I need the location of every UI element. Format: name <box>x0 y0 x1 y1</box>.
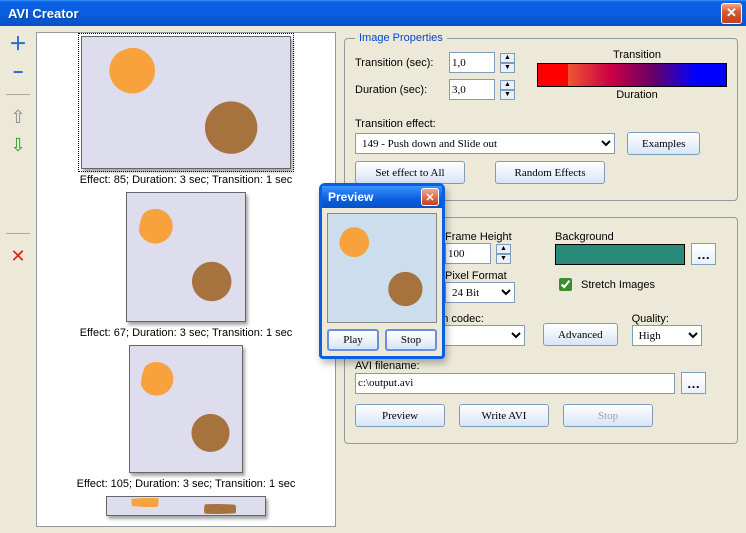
frame-height-input[interactable] <box>445 243 491 264</box>
preview-play-button[interactable]: Play <box>327 329 379 351</box>
preview-button[interactable]: Preview <box>355 404 445 427</box>
arrow-up-icon: ⇧ <box>10 108 25 126</box>
duration-label: Duration (sec): <box>355 84 443 96</box>
preview-close-button[interactable]: ✕ <box>421 188 439 206</box>
window-close-button[interactable]: ✕ <box>721 3 742 24</box>
frame-item[interactable] <box>37 493 335 519</box>
preview-title: Preview <box>328 190 421 204</box>
transition-label: Transition (sec): <box>355 57 443 69</box>
left-toolbar: ＋ − ⇧ ⇩ ✕ <box>0 26 36 533</box>
frame-caption: Effect: 105; Duration: 3 sec; Transition… <box>37 478 335 493</box>
add-frame-button[interactable]: ＋ <box>8 34 28 54</box>
transition-duration-bar: Transition Duration <box>537 52 727 106</box>
frame-height-spinner[interactable]: ▲ ▼ <box>496 244 511 264</box>
quality-label: Quality: <box>632 313 669 325</box>
preview-titlebar[interactable]: Preview ✕ <box>322 186 442 208</box>
delete-frame-button[interactable]: ✕ <box>8 246 28 266</box>
stretch-label: Stretch Images <box>581 279 655 291</box>
stretch-checkbox[interactable] <box>559 278 572 291</box>
x-icon: ✕ <box>10 247 25 265</box>
background-label: Background <box>555 231 614 243</box>
ellipsis-icon: … <box>697 247 710 262</box>
image-properties-group: Image Properties Transition (sec): ▲ ▼ D… <box>344 32 738 201</box>
frame-thumbnail <box>106 496 266 516</box>
preview-image <box>327 213 437 323</box>
spin-down-icon[interactable]: ▼ <box>500 63 515 73</box>
spin-down-icon[interactable]: ▼ <box>496 254 511 264</box>
transition-effect-select[interactable]: 149 - Push down and Slide out <box>355 133 615 154</box>
examples-button[interactable]: Examples <box>627 132 700 155</box>
transition-effect-label: Transition effect: <box>355 118 436 130</box>
duration-input[interactable] <box>449 79 495 100</box>
bar-duration-label: Duration <box>587 89 687 101</box>
plus-icon: ＋ <box>9 35 27 53</box>
frame-thumbnail <box>81 36 291 169</box>
move-up-button[interactable]: ⇧ <box>8 107 28 127</box>
preview-stop-button[interactable]: Stop <box>385 329 437 351</box>
avi-browse-button[interactable]: … <box>681 372 706 394</box>
bar-transition-label: Transition <box>587 49 687 61</box>
quality-select[interactable]: High <box>632 325 702 346</box>
remove-frame-button[interactable]: − <box>8 62 28 82</box>
advanced-button[interactable]: Advanced <box>543 323 618 346</box>
close-icon: ✕ <box>425 191 434 204</box>
preview-window[interactable]: Preview ✕ Play Stop <box>319 183 445 359</box>
frame-caption: Effect: 85; Duration: 3 sec; Transition:… <box>37 174 335 189</box>
random-effects-button[interactable]: Random Effects <box>495 161 605 184</box>
frame-thumbnail <box>126 192 246 322</box>
frame-item[interactable]: Effect: 85; Duration: 3 sec; Transition:… <box>37 33 335 189</box>
frame-item[interactable]: Effect: 67; Duration: 3 sec; Transition:… <box>37 189 335 342</box>
move-down-button[interactable]: ⇩ <box>8 135 28 155</box>
background-swatch <box>555 244 685 265</box>
arrow-down-icon: ⇩ <box>10 136 25 154</box>
toolbar-separator <box>6 94 30 95</box>
spin-up-icon[interactable]: ▲ <box>500 53 515 63</box>
toolbar-separator <box>6 233 30 234</box>
transition-spinner[interactable]: ▲ ▼ <box>500 53 515 73</box>
background-browse-button[interactable]: … <box>691 243 716 265</box>
spin-up-icon[interactable]: ▲ <box>496 244 511 254</box>
avi-filename-input[interactable] <box>355 373 675 394</box>
preview-body: Play Stop <box>322 208 442 356</box>
write-avi-button[interactable]: Write AVI <box>459 404 549 427</box>
frame-thumbnail <box>129 345 243 473</box>
stop-button[interactable]: Stop <box>563 404 653 427</box>
window-titlebar: AVI Creator ✕ <box>0 0 746 26</box>
spin-down-icon[interactable]: ▼ <box>500 90 515 100</box>
ellipsis-icon: … <box>687 376 700 391</box>
transition-input[interactable] <box>449 52 495 73</box>
pixel-format-label: Pixel Format <box>445 270 507 282</box>
group-legend: Image Properties <box>355 32 447 44</box>
frame-caption: Effect: 67; Duration: 3 sec; Transition:… <box>37 327 335 342</box>
close-icon: ✕ <box>726 5 737 21</box>
set-effect-all-button[interactable]: Set effect to All <box>355 161 465 184</box>
spin-up-icon[interactable]: ▲ <box>500 80 515 90</box>
duration-spinner[interactable]: ▲ ▼ <box>500 80 515 100</box>
frame-item[interactable]: Effect: 105; Duration: 3 sec; Transition… <box>37 342 335 493</box>
frame-list[interactable]: Effect: 85; Duration: 3 sec; Transition:… <box>36 32 336 527</box>
frame-height-label: Frame Height <box>445 231 512 243</box>
avi-filename-label: AVI filename: <box>355 360 420 372</box>
gradient-bar <box>537 63 727 87</box>
window-title: AVI Creator <box>8 6 721 21</box>
pixel-format-select[interactable]: 24 Bit <box>445 282 515 303</box>
minus-icon: − <box>13 63 24 81</box>
